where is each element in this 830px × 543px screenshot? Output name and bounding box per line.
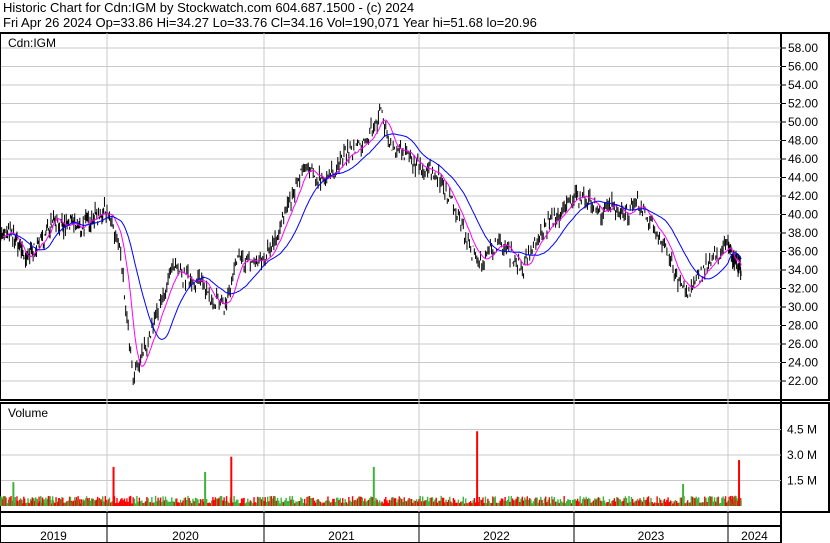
price-tick-label: 42.00 <box>788 189 818 203</box>
volume-tick-label: 3.0 M <box>787 448 817 462</box>
year-label-2020: 2020 <box>172 529 199 543</box>
price-tick-label: 34.00 <box>788 263 818 277</box>
price-tick-label: 40.00 <box>788 208 818 222</box>
price-chart: 58.00 56.00 54.00 52.00 50.00 48.00 46.00 44.00… <box>0 32 830 543</box>
price-tick-label: 58.00 <box>788 41 818 55</box>
volume-label: Volume <box>8 406 48 420</box>
year-label-2023: 2023 <box>638 529 665 543</box>
price-tick-label: 44.00 <box>788 171 818 185</box>
price-tick-label: 38.00 <box>788 226 818 240</box>
price-tick-label: 32.00 <box>788 282 818 296</box>
moving-average-long <box>8 133 742 340</box>
year-label-2021: 2021 <box>328 529 355 543</box>
price-tick-label: 26.00 <box>788 337 818 351</box>
price-tick-label: 46.00 <box>788 152 818 166</box>
chart-root: Historic Chart for Cdn:IGM by Stockwatch… <box>0 0 830 543</box>
price-tick-label: 50.00 <box>788 115 818 129</box>
volume-tick-label: 4.5 M <box>787 423 817 437</box>
price-panel <box>0 32 830 401</box>
price-tick-label: 30.00 <box>788 300 818 314</box>
price-tick-label: 56.00 <box>788 60 818 74</box>
volume-panel <box>0 402 830 513</box>
price-tick-label: 28.00 <box>788 319 818 333</box>
price-tick-label: 24.00 <box>788 356 818 370</box>
symbol-label: Cdn:IGM <box>8 36 56 50</box>
price-tick-label: 48.00 <box>788 134 818 148</box>
year-label-2019: 2019 <box>40 529 67 543</box>
moving-average-short <box>2 119 742 367</box>
year-label-2024: 2024 <box>741 529 768 543</box>
price-tick-label: 54.00 <box>788 78 818 92</box>
price-tick-label: 52.00 <box>788 97 818 111</box>
volume-tick-label: 1.5 M <box>787 474 817 488</box>
price-tick-label: 22.00 <box>788 374 818 388</box>
year-label-2022: 2022 <box>483 529 510 543</box>
price-tick-label: 36.00 <box>788 245 818 259</box>
